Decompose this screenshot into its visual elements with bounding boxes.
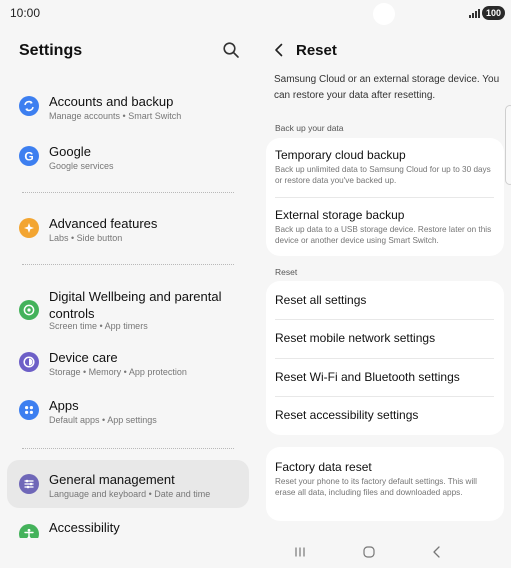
reset-accessibility-settings[interactable]: Reset accessibility settings bbox=[266, 397, 504, 435]
menu-item-accessibility[interactable]: Accessibility bbox=[7, 514, 249, 538]
temporary-cloud-backup[interactable]: Temporary cloud backup Back up unlimited… bbox=[266, 138, 504, 196]
svg-text:G: G bbox=[24, 150, 33, 164]
settings-pane: Settings Accounts and backup Manage acco… bbox=[0, 28, 255, 538]
camera-cutout bbox=[373, 3, 395, 25]
reset-all-settings[interactable]: Reset all settings bbox=[266, 281, 504, 319]
device-care-icon bbox=[19, 352, 39, 372]
group-divider bbox=[22, 448, 234, 449]
row-title: Reset all settings bbox=[275, 293, 367, 307]
wellbeing-icon bbox=[19, 300, 39, 320]
menu-item-subtitle: Labs • Side button bbox=[49, 233, 123, 243]
reset-wifi-bluetooth-settings[interactable]: Reset Wi-Fi and Bluetooth settings bbox=[266, 359, 504, 397]
menu-item-general-management[interactable]: General management Language and keyboard… bbox=[7, 460, 249, 508]
menu-item-digital-wellbeing[interactable]: Digital Wellbeing and parental controls … bbox=[7, 282, 249, 338]
menu-item-title: Apps bbox=[49, 398, 79, 413]
menu-item-title: Device care bbox=[49, 350, 118, 365]
back-nav-icon[interactable] bbox=[429, 544, 445, 560]
factory-reset-description: Reset your phone to its factory default … bbox=[275, 477, 477, 497]
google-icon: G bbox=[19, 146, 39, 166]
menu-item-google[interactable]: G Google Google services bbox=[7, 136, 249, 176]
page-title: Settings bbox=[19, 42, 83, 59]
backup-section-label: Back up your data bbox=[275, 123, 344, 133]
factory-reset-card[interactable]: Factory data reset Reset your phone to i… bbox=[266, 447, 504, 521]
reset-title: Reset bbox=[296, 42, 337, 59]
reset-intro: Samsung Cloud or an external storage dev… bbox=[274, 74, 500, 101]
accessibility-icon bbox=[19, 524, 39, 538]
edge-panel-handle[interactable] bbox=[505, 105, 511, 185]
row-title: Reset accessibility settings bbox=[275, 408, 419, 422]
menu-item-subtitle: Default apps • App settings bbox=[49, 415, 157, 425]
factory-reset-title: Factory data reset bbox=[275, 460, 372, 474]
recent-apps-icon[interactable] bbox=[292, 544, 308, 560]
menu-item-subtitle: Google services bbox=[49, 161, 114, 171]
row-title: Reset Wi-Fi and Bluetooth settings bbox=[275, 370, 460, 384]
navigation-bar bbox=[0, 538, 511, 568]
menu-item-subtitle: Screen time • App timers bbox=[49, 321, 148, 331]
menu-item-title: Accessibility bbox=[49, 520, 120, 535]
group-divider bbox=[22, 192, 234, 193]
menu-item-title: Advanced features bbox=[49, 216, 158, 231]
menu-item-title: General management bbox=[49, 472, 175, 487]
row-title: Temporary cloud backup bbox=[275, 148, 406, 162]
home-icon[interactable] bbox=[361, 544, 377, 560]
reset-mobile-network-settings[interactable]: Reset mobile network settings bbox=[266, 320, 504, 358]
reset-section-label: Reset bbox=[275, 267, 298, 277]
row-description: Back up unlimited data to Samsung Cloud … bbox=[275, 165, 491, 185]
status-bar: 10:00 100 bbox=[0, 0, 511, 28]
menu-item-advanced-features[interactable]: Advanced features Labs • Side button bbox=[7, 208, 249, 248]
star-icon bbox=[19, 218, 39, 238]
signal-icon bbox=[469, 9, 480, 18]
group-divider bbox=[22, 264, 234, 265]
menu-item-apps[interactable]: Apps Default apps • App settings bbox=[7, 390, 249, 430]
menu-item-subtitle: Language and keyboard • Date and time bbox=[49, 489, 211, 499]
menu-item-title: Digital Wellbeing and parental controls bbox=[49, 289, 222, 321]
status-time: 10:00 bbox=[10, 6, 41, 20]
apps-icon bbox=[19, 400, 39, 420]
search-icon[interactable] bbox=[222, 41, 240, 59]
backup-card: Temporary cloud backup Back up unlimited… bbox=[266, 138, 504, 256]
sliders-icon bbox=[19, 474, 39, 494]
reset-card: Reset all settings Reset mobile network … bbox=[266, 281, 504, 435]
external-storage-backup[interactable]: External storage backup Back up data to … bbox=[266, 198, 504, 256]
menu-item-accounts-backup[interactable]: Accounts and backup Manage accounts • Sm… bbox=[7, 86, 249, 126]
menu-item-device-care[interactable]: Device care Storage • Memory • App prote… bbox=[7, 342, 249, 382]
back-arrow-icon[interactable] bbox=[271, 42, 287, 58]
reset-pane: Reset Samsung Cloud or an external stora… bbox=[262, 28, 511, 538]
sync-icon bbox=[19, 96, 39, 116]
menu-item-title: Accounts and backup bbox=[49, 94, 174, 109]
row-description: Back up data to a USB storage device. Re… bbox=[275, 225, 492, 245]
battery-icon: 100 bbox=[482, 6, 506, 20]
row-title: External storage backup bbox=[275, 208, 405, 222]
menu-item-subtitle: Manage accounts • Smart Switch bbox=[49, 111, 182, 121]
menu-item-title: Google bbox=[49, 144, 91, 159]
row-title: Reset mobile network settings bbox=[275, 331, 436, 345]
menu-item-subtitle: Storage • Memory • App protection bbox=[49, 367, 187, 377]
